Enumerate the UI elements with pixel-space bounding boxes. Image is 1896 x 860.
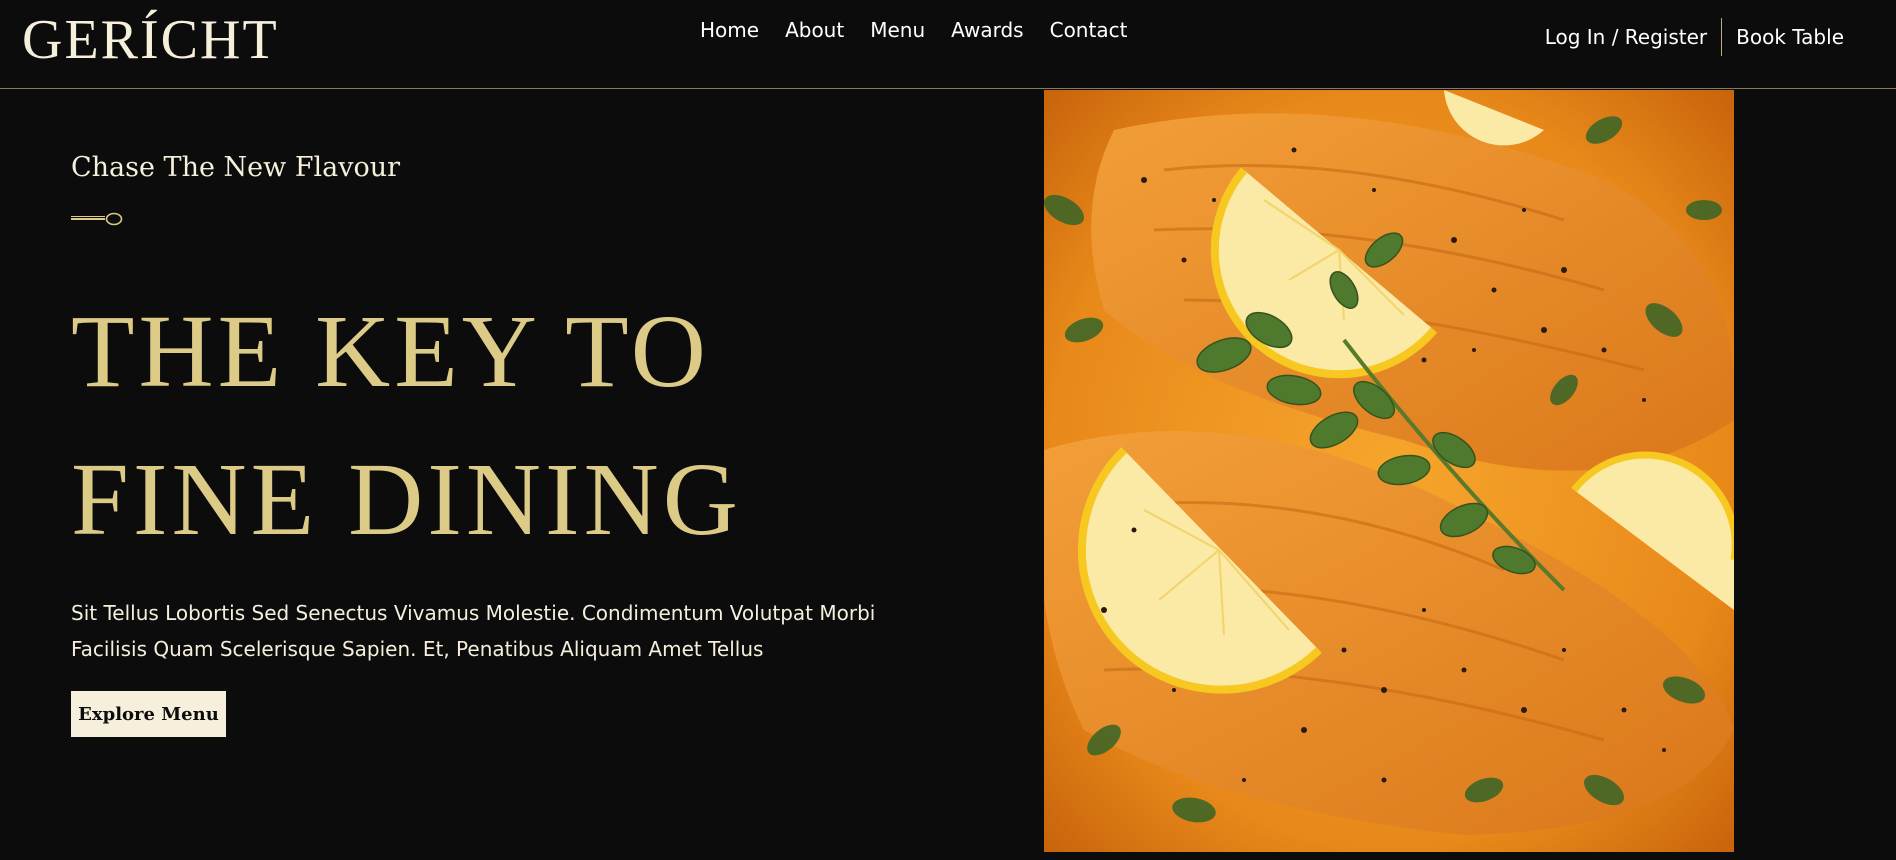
spoon-icon [71, 212, 123, 226]
hero-food-image [1044, 90, 1734, 852]
nav-actions: Log In / Register Book Table [1531, 18, 1858, 56]
nav-links: Home About Menu Awards Contact [700, 18, 1127, 42]
login-register-link[interactable]: Log In / Register [1531, 19, 1721, 55]
headline-line-1: THE KEY TO [71, 294, 710, 409]
nav-link-contact[interactable]: Contact [1050, 18, 1128, 42]
hero-subtitle: Chase The New Flavour [71, 152, 401, 183]
hero-headline: THE KEY TO FINE DINING [71, 278, 742, 574]
hero-description: Sit Tellus Lobortis Sed Senectus Vivamus… [71, 595, 911, 667]
salmon-dish-illustration [1044, 90, 1734, 852]
navbar: GERÍCHT Home About Menu Awards Contact L… [0, 0, 1896, 89]
description-line-2: Facilisis Quam Scelerisque Sapien. Et, P… [71, 637, 764, 661]
nav-link-awards[interactable]: Awards [951, 18, 1023, 42]
book-table-link[interactable]: Book Table [1722, 19, 1858, 55]
headline-line-2: FINE DINING [71, 442, 742, 557]
logo[interactable]: GERÍCHT [22, 8, 279, 72]
nav-link-menu[interactable]: Menu [870, 18, 925, 42]
nav-link-home[interactable]: Home [700, 18, 759, 42]
explore-menu-button[interactable]: Explore Menu [71, 691, 226, 737]
description-line-1: Sit Tellus Lobortis Sed Senectus Vivamus… [71, 601, 876, 625]
nav-link-about[interactable]: About [785, 18, 844, 42]
